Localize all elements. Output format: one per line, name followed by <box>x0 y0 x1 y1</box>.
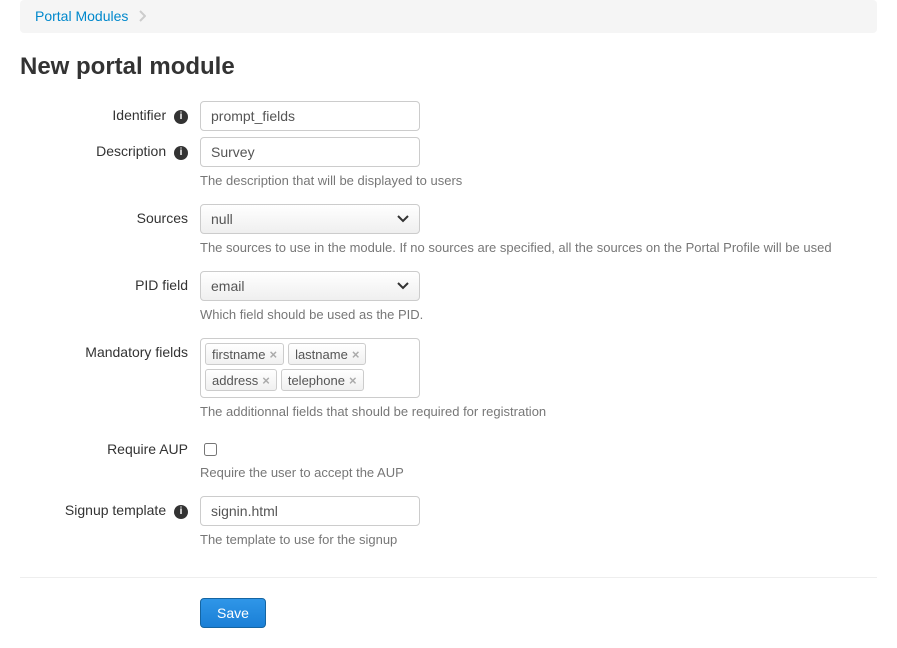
tag-label: telephone <box>288 373 345 388</box>
info-icon[interactable]: i <box>174 110 188 124</box>
tag: telephone × <box>281 369 364 391</box>
identifier-input[interactable] <box>200 101 420 131</box>
info-icon[interactable]: i <box>174 505 188 519</box>
chevron-down-icon <box>397 215 409 223</box>
signup-template-help: The template to use for the signup <box>200 532 877 547</box>
pid-field-select[interactable]: email <box>200 271 420 301</box>
signup-template-label: Signup template i <box>20 496 200 518</box>
require-aup-label: Require AUP <box>20 435 200 457</box>
description-label: Description i <box>20 137 200 159</box>
close-icon[interactable]: × <box>269 348 277 361</box>
info-icon[interactable]: i <box>174 146 188 160</box>
sources-select[interactable]: null <box>200 204 420 234</box>
pid-field-help: Which field should be used as the PID. <box>200 307 877 322</box>
breadcrumb-link-portal-modules[interactable]: Portal Modules <box>35 8 128 24</box>
tag: firstname × <box>205 343 284 365</box>
close-icon[interactable]: × <box>262 374 270 387</box>
divider <box>20 577 877 578</box>
tag-label: address <box>212 373 258 388</box>
mandatory-fields-input[interactable]: firstname×lastname×address×telephone× <box>200 338 420 398</box>
signup-template-input[interactable] <box>200 496 420 526</box>
chevron-down-icon <box>397 282 409 290</box>
description-input[interactable] <box>200 137 420 167</box>
require-aup-checkbox[interactable] <box>204 443 217 456</box>
mandatory-fields-label: Mandatory fields <box>20 338 200 360</box>
chevron-right-icon <box>138 9 146 25</box>
tag-label: lastname <box>295 347 348 362</box>
tag: lastname × <box>288 343 366 365</box>
require-aup-help: Require the user to accept the AUP <box>200 465 877 480</box>
description-help: The description that will be displayed t… <box>200 173 877 188</box>
page-title: New portal module <box>20 53 877 81</box>
close-icon[interactable]: × <box>349 374 357 387</box>
tag: address × <box>205 369 277 391</box>
mandatory-fields-help: The additionnal fields that should be re… <box>200 404 877 419</box>
breadcrumb: Portal Modules <box>20 0 877 33</box>
tag-label: firstname <box>212 347 265 362</box>
identifier-label: Identifier i <box>20 101 200 123</box>
sources-label: Sources <box>20 204 200 226</box>
sources-help: The sources to use in the module. If no … <box>200 240 877 255</box>
close-icon[interactable]: × <box>352 348 360 361</box>
pid-field-label: PID field <box>20 271 200 293</box>
save-button[interactable]: Save <box>200 598 266 628</box>
form: Identifier i Description i The descripti… <box>20 101 877 628</box>
